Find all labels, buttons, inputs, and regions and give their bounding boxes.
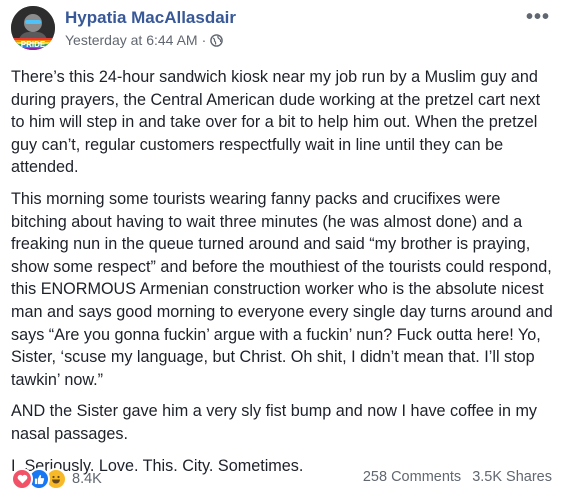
post-paragraph: This morning some tourists wearing fanny… xyxy=(11,189,553,389)
post-stats: 258 Comments 3.5K Shares xyxy=(363,469,552,485)
avatar[interactable]: PRIDE xyxy=(11,6,55,50)
love-reaction-icon xyxy=(11,468,33,490)
more-options-button[interactable]: ••• xyxy=(526,6,550,29)
facebook-post: PRIDE Hypatia MacAllasdair Yesterday at … xyxy=(0,0,564,498)
shares-count-link[interactable]: 3.5K Shares xyxy=(472,469,552,485)
meta-separator: · xyxy=(201,32,207,48)
globe-icon[interactable] xyxy=(210,33,224,47)
post-header: PRIDE Hypatia MacAllasdair Yesterday at … xyxy=(11,6,564,52)
post-paragraph: AND the Sister gave him a very sly fist … xyxy=(11,402,538,443)
comments-count-link[interactable]: 258 Comments xyxy=(363,469,461,485)
post-timestamp[interactable]: Yesterday at 6:44 AM xyxy=(65,32,198,48)
author-name[interactable]: Hypatia MacAllasdair xyxy=(65,8,236,28)
avatar-badge-text: PRIDE xyxy=(21,40,46,49)
reactions-summary[interactable]: 8.4K xyxy=(11,468,102,490)
post-body: There’s this 24-hour sandwich kiosk near… xyxy=(11,66,557,486)
post-footer: 8.4K 258 Comments 3.5K Shares xyxy=(11,468,552,492)
post-meta: Yesterday at 6:44 AM · xyxy=(65,32,224,48)
reaction-count[interactable]: 8.4K xyxy=(72,471,102,487)
post-paragraph: There’s this 24-hour sandwich kiosk near… xyxy=(11,68,541,177)
